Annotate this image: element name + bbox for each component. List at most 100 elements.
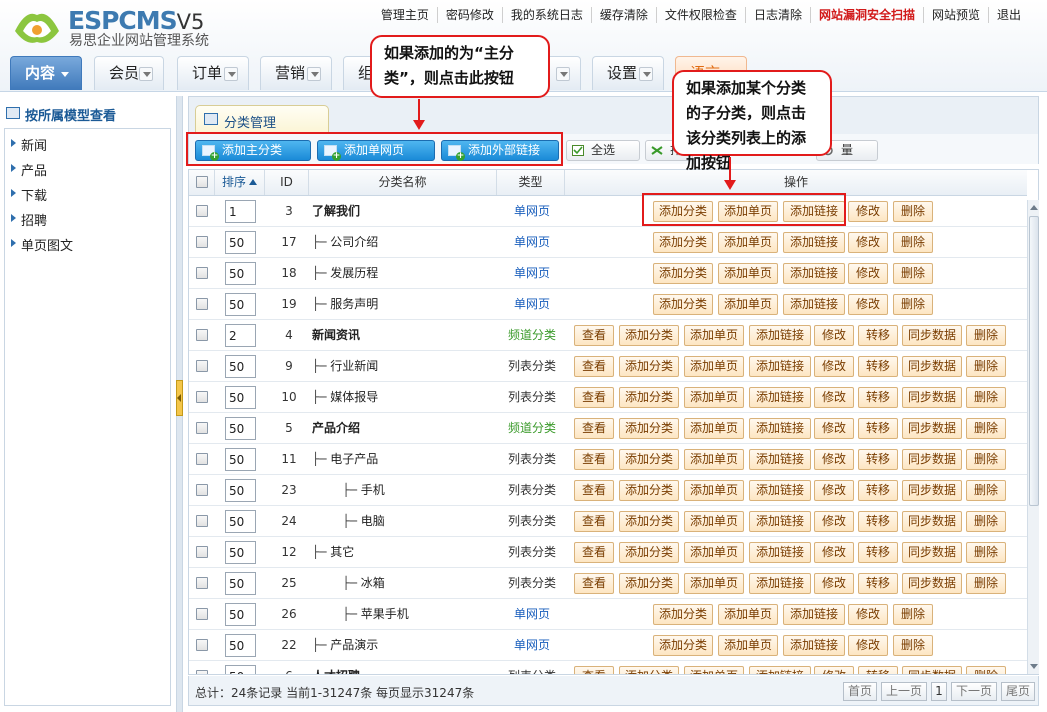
row-checkbox[interactable] <box>196 577 208 589</box>
row-checkbox[interactable] <box>196 329 208 341</box>
view-button[interactable]: 查看 <box>574 387 614 408</box>
add-page-button[interactable]: 添加单页 <box>684 449 744 470</box>
add-page-button[interactable]: 添加单页 <box>684 542 744 563</box>
move-button[interactable]: 转移 <box>858 418 898 439</box>
move-button[interactable]: 转移 <box>858 666 898 674</box>
edit-button[interactable]: 修改 <box>848 232 888 253</box>
topnav-file-permission[interactable]: 文件权限检查 <box>655 7 745 23</box>
sort-order-input[interactable] <box>225 231 256 254</box>
add-page-button[interactable]: 添加单页 <box>718 294 778 315</box>
add-page-button[interactable]: 添加单页 <box>684 666 744 674</box>
last-page-button[interactable]: 尾页 <box>1001 682 1035 701</box>
delete-button[interactable]: 删除 <box>893 263 933 284</box>
add-subcategory-button[interactable]: 添加分类 <box>653 232 713 253</box>
add-link-button[interactable]: 添加链接 <box>783 294 845 315</box>
scroll-down-icon[interactable] <box>1030 664 1038 669</box>
edit-button[interactable]: 修改 <box>848 263 888 284</box>
sync-data-button[interactable]: 同步数据 <box>902 325 962 346</box>
first-page-button[interactable]: 首页 <box>843 682 877 701</box>
sidebar-item-products[interactable]: 产品 <box>11 160 47 179</box>
delete-button[interactable]: 删除 <box>893 232 933 253</box>
add-link-button[interactable]: 添加链接 <box>749 356 811 377</box>
view-button[interactable]: 查看 <box>574 356 614 377</box>
sort-order-input[interactable] <box>225 448 256 471</box>
sync-data-button[interactable]: 同步数据 <box>902 480 962 501</box>
sort-order-input[interactable] <box>225 200 256 223</box>
sort-order-input[interactable] <box>225 510 256 533</box>
view-button[interactable]: 查看 <box>574 511 614 532</box>
sort-order-input[interactable] <box>225 324 256 347</box>
view-button[interactable]: 查看 <box>574 325 614 346</box>
move-button[interactable]: 转移 <box>858 356 898 377</box>
vertical-scrollbar[interactable] <box>1027 200 1039 674</box>
prev-page-button[interactable]: 上一页 <box>881 682 927 701</box>
sync-data-button[interactable]: 同步数据 <box>902 449 962 470</box>
add-page-button[interactable]: 添加单页 <box>718 635 778 656</box>
delete-button[interactable]: 删除 <box>966 573 1006 594</box>
row-checkbox[interactable] <box>196 484 208 496</box>
topnav-clear-cache[interactable]: 缓存清除 <box>590 7 656 23</box>
edit-button[interactable]: 修改 <box>814 573 854 594</box>
row-checkbox[interactable] <box>196 639 208 651</box>
nav-tab-order[interactable]: 订单 <box>177 56 249 90</box>
view-button[interactable]: 查看 <box>574 542 614 563</box>
row-checkbox[interactable] <box>196 670 208 674</box>
row-checkbox[interactable] <box>196 453 208 465</box>
row-checkbox[interactable] <box>196 608 208 620</box>
row-checkbox[interactable] <box>196 422 208 434</box>
topnav-home[interactable]: 管理主页 <box>373 7 437 23</box>
view-button[interactable]: 查看 <box>574 480 614 501</box>
view-button[interactable]: 查看 <box>574 573 614 594</box>
add-page-button[interactable]: 添加单页 <box>718 263 778 284</box>
sync-data-button[interactable]: 同步数据 <box>902 573 962 594</box>
add-subcategory-button[interactable]: 添加分类 <box>619 480 679 501</box>
sidebar-item-jobs[interactable]: 招聘 <box>11 210 47 229</box>
select-all-checkbox[interactable] <box>196 176 208 188</box>
add-subcategory-button[interactable]: 添加分类 <box>619 573 679 594</box>
edit-button[interactable]: 修改 <box>814 480 854 501</box>
add-subcategory-button[interactable]: 添加分类 <box>619 356 679 377</box>
collapse-sidebar-icon[interactable] <box>176 380 183 416</box>
sync-data-button[interactable]: 同步数据 <box>902 542 962 563</box>
sync-data-button[interactable]: 同步数据 <box>902 387 962 408</box>
topnav-clear-log[interactable]: 日志清除 <box>744 7 810 23</box>
move-button[interactable]: 转移 <box>858 542 898 563</box>
delete-button[interactable]: 删除 <box>966 449 1006 470</box>
add-page-button[interactable]: 添加单页 <box>684 480 744 501</box>
sync-data-button[interactable]: 同步数据 <box>902 511 962 532</box>
delete-button[interactable]: 删除 <box>966 418 1006 439</box>
add-link-button[interactable]: 添加链接 <box>749 480 811 501</box>
delete-button[interactable]: 删除 <box>966 666 1006 674</box>
delete-button[interactable]: 删除 <box>893 294 933 315</box>
sync-data-button[interactable]: 同步数据 <box>902 666 962 674</box>
add-subcategory-button[interactable]: 添加分类 <box>619 387 679 408</box>
sort-order-input[interactable] <box>225 634 256 657</box>
edit-button[interactable]: 修改 <box>814 666 854 674</box>
edit-button[interactable]: 修改 <box>848 294 888 315</box>
row-checkbox[interactable] <box>196 391 208 403</box>
page-number[interactable]: 1 <box>931 682 947 701</box>
move-button[interactable]: 转移 <box>858 511 898 532</box>
view-button[interactable]: 查看 <box>574 418 614 439</box>
row-checkbox[interactable] <box>196 546 208 558</box>
sort-order-input[interactable] <box>225 665 256 674</box>
view-button[interactable]: 查看 <box>574 666 614 674</box>
add-subcategory-button[interactable]: 添加分类 <box>619 325 679 346</box>
select-all-button[interactable]: 全选 <box>566 140 640 161</box>
edit-button[interactable]: 修改 <box>814 325 854 346</box>
scroll-thumb[interactable] <box>1029 216 1039 506</box>
add-page-button[interactable]: 添加单页 <box>684 325 744 346</box>
sort-order-input[interactable] <box>225 386 256 409</box>
add-subcategory-button[interactable]: 添加分类 <box>619 542 679 563</box>
add-subcategory-button[interactable]: 添加分类 <box>619 511 679 532</box>
move-button[interactable]: 转移 <box>858 480 898 501</box>
sort-order-input[interactable] <box>225 417 256 440</box>
sidebar-item-downloads[interactable]: 下载 <box>11 185 47 204</box>
add-link-button[interactable]: 添加链接 <box>749 666 811 674</box>
row-checkbox[interactable] <box>196 205 208 217</box>
add-link-button[interactable]: 添加链接 <box>749 325 811 346</box>
row-checkbox[interactable] <box>196 298 208 310</box>
move-button[interactable]: 转移 <box>858 573 898 594</box>
nav-tab-marketing[interactable]: 营销 <box>260 56 332 90</box>
sort-order-input[interactable] <box>225 355 256 378</box>
